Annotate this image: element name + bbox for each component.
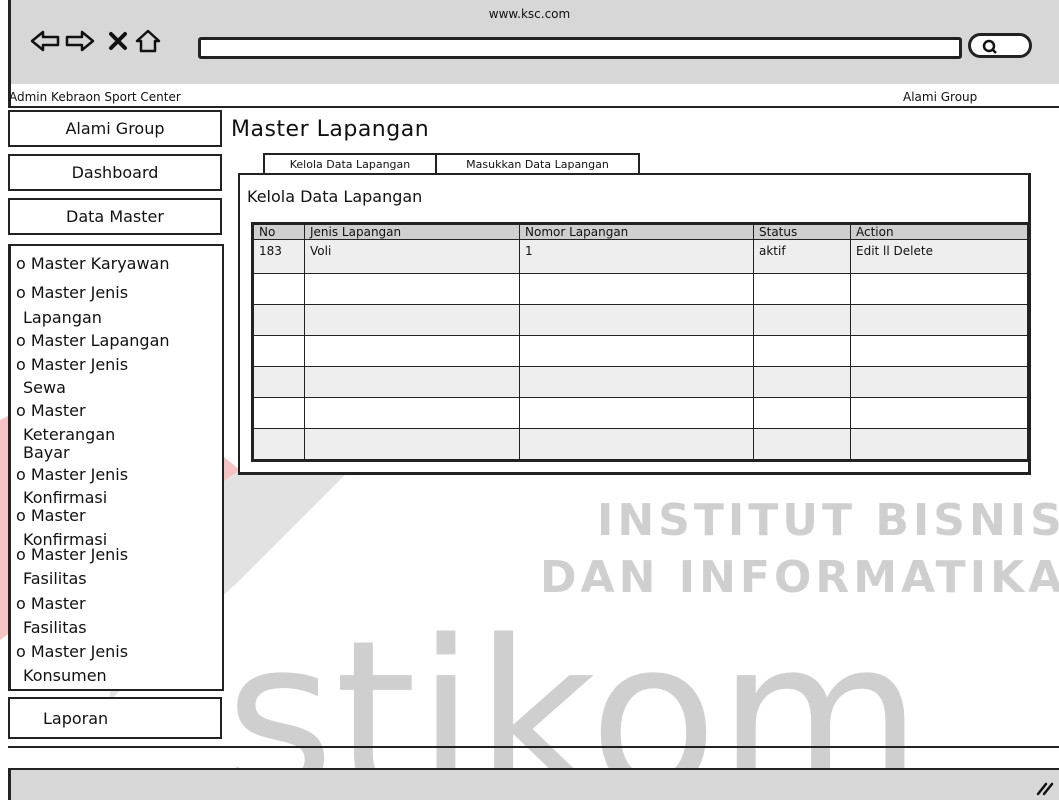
- search-button[interactable]: [968, 33, 1032, 58]
- table-header-row: No Jenis Lapangan Nomor Lapangan Status …: [252, 223, 1029, 240]
- header-divider: [8, 106, 1059, 108]
- table-cell: [304, 335, 520, 367]
- table-cell: [519, 366, 754, 398]
- sidebar-item-master-jenis-konfirmasi-cont[interactable]: Konfirmasi: [23, 488, 228, 508]
- table-cell: [850, 397, 1029, 429]
- table-cell-action-edit-delete[interactable]: Edit ll Delete: [850, 239, 1029, 274]
- column-header-nomor-lapangan: Nomor Lapangan: [519, 223, 754, 240]
- user-name: Alami Group: [903, 90, 978, 104]
- table-row: [252, 397, 1029, 429]
- column-header-jenis-lapangan: Jenis Lapangan: [304, 223, 520, 240]
- table-cell: [753, 304, 851, 336]
- sidebar-item-master-keterangan-bayar[interactable]: o Master: [16, 401, 221, 421]
- sidebar-item-master-jenis-fasilitas[interactable]: o Master Jenis: [16, 545, 221, 565]
- table-cell: [252, 273, 305, 305]
- back-arrow-icon[interactable]: [30, 24, 60, 58]
- table-row: 183 Voli 1 aktif Edit ll Delete: [252, 239, 1029, 274]
- table-cell: [252, 366, 305, 398]
- table-row: [252, 428, 1029, 461]
- sidebar-item-master-jenis-konsumen[interactable]: o Master Jenis: [16, 642, 221, 662]
- home-icon[interactable]: [133, 24, 163, 58]
- tab-masukkan-data-lapangan[interactable]: Masukkan Data Lapangan: [435, 153, 640, 173]
- url-display: www.ksc.com: [488, 7, 571, 21]
- sidebar-item-master-jenis-konsumen-cont[interactable]: Konsumen: [23, 666, 228, 686]
- table-row: [252, 304, 1029, 336]
- sidebar-user-button[interactable]: Alami Group: [8, 110, 222, 147]
- table-cell: [753, 366, 851, 398]
- status-bar: [8, 770, 1059, 800]
- sidebar-dashboard-button[interactable]: Dashboard: [8, 154, 222, 191]
- close-x-icon[interactable]: [103, 24, 133, 58]
- watermark-line1: INSTITUT BISNIS: [597, 495, 1059, 546]
- table-cell: [304, 397, 520, 429]
- table-cell: [753, 273, 851, 305]
- site-name: Admin Kebraon Sport Center: [9, 90, 181, 104]
- search-icon: [982, 39, 997, 54]
- sidebar-item-master-jenis-konfirmasi[interactable]: o Master Jenis: [16, 465, 221, 485]
- table-row: [252, 335, 1029, 367]
- table-cell: [519, 397, 754, 429]
- sidebar-item-master-lapangan[interactable]: o Master Lapangan: [16, 331, 221, 351]
- table-cell: [753, 335, 851, 367]
- table-cell: [252, 428, 305, 461]
- sidebar-item-master-jenis-lapangan-cont[interactable]: Lapangan: [23, 308, 228, 328]
- sidebar-laporan-button[interactable]: Laporan: [8, 697, 222, 739]
- sidebar-item-master-jenis-sewa[interactable]: o Master Jenis: [16, 355, 221, 375]
- column-header-status: Status: [753, 223, 851, 240]
- table-cell: [519, 304, 754, 336]
- sidebar-item-master-jenis-lapangan[interactable]: o Master Jenis: [16, 283, 221, 303]
- panel-title: Kelola Data Lapangan: [247, 187, 423, 206]
- column-header-no: No: [252, 223, 305, 240]
- table-cell: [850, 335, 1029, 367]
- table-cell: [252, 397, 305, 429]
- table-cell-jenis: Voli: [304, 239, 520, 274]
- forward-arrow-icon[interactable]: [65, 24, 95, 58]
- watermark-line2: DAN INFORMATIKA: [540, 552, 1059, 603]
- table-cell: [519, 273, 754, 305]
- table-cell: [753, 428, 851, 461]
- table-row: [252, 366, 1029, 398]
- sidebar-item-master-fasilitas[interactable]: o Master: [16, 594, 221, 614]
- table-cell: [519, 428, 754, 461]
- column-header-action: Action: [850, 223, 1029, 240]
- lapangan-table: No Jenis Lapangan Nomor Lapangan Status …: [251, 222, 1030, 462]
- table-cell: [252, 304, 305, 336]
- table-cell: [304, 428, 520, 461]
- table-row: [252, 273, 1029, 305]
- table-cell: [304, 366, 520, 398]
- table-cell: [304, 273, 520, 305]
- sidebar-item-master-jenis-fasilitas-cont[interactable]: Fasilitas: [23, 569, 228, 589]
- table-cell: [850, 366, 1029, 398]
- sidebar-item-master-jenis-sewa-cont[interactable]: Sewa: [23, 378, 228, 398]
- table-cell: [753, 397, 851, 429]
- tab-kelola-data-lapangan[interactable]: Kelola Data Lapangan: [263, 153, 437, 173]
- table-cell: [850, 273, 1029, 305]
- table-cell: [304, 304, 520, 336]
- sidebar-item-master-karyawan[interactable]: o Master Karyawan: [16, 254, 221, 274]
- table-cell: [519, 335, 754, 367]
- table-cell: [252, 335, 305, 367]
- sidebar-item-master-fasilitas-cont[interactable]: Fasilitas: [23, 618, 228, 638]
- page-title: Master Lapangan: [231, 117, 430, 142]
- footer-divider: [8, 746, 1059, 748]
- sidebar-item-master-keterangan-bayar-cont[interactable]: Keterangan: [23, 425, 228, 445]
- resize-grip-icon[interactable]: [1034, 778, 1054, 796]
- table-cell-nomor: 1: [519, 239, 754, 274]
- sidebar-item-master-konfirmasi[interactable]: o Master: [16, 506, 221, 526]
- table-cell-no: 183: [252, 239, 305, 274]
- table-cell: [850, 304, 1029, 336]
- sidebar-data-master-button[interactable]: Data Master: [8, 198, 222, 235]
- table-cell-status: aktif: [753, 239, 851, 274]
- table-cell: [850, 428, 1029, 461]
- sidebar-item-master-keterangan-bayar-cont2[interactable]: Bayar: [23, 443, 228, 463]
- address-bar[interactable]: [198, 37, 962, 59]
